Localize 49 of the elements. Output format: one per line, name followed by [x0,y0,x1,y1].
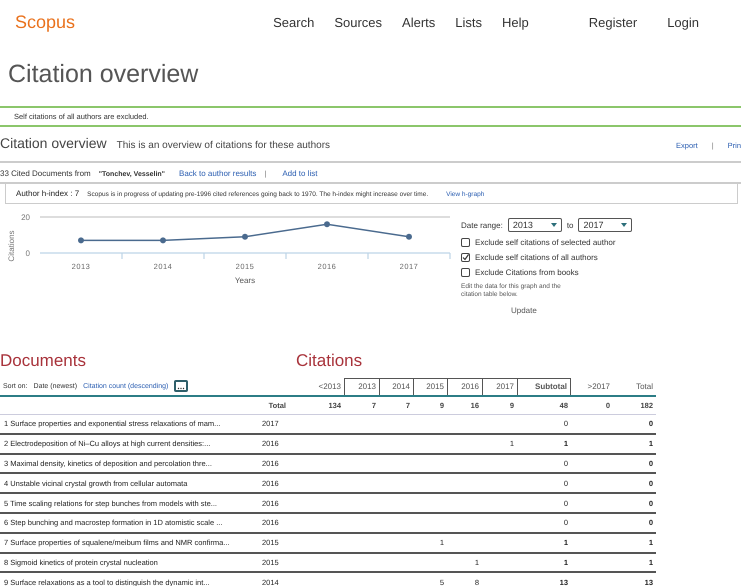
section-heading: Documents [0,351,86,371]
checkbox-label[interactable]: Exclude Citations from books [475,268,579,277]
page-title: Citation overview [7,59,200,90]
nav-link[interactable]: Sources [334,14,382,30]
nav-link[interactable]: Alerts [402,14,436,30]
nav-link[interactable]: Search [273,14,314,30]
data-point [78,237,84,244]
axis-title: Citations [7,230,16,262]
column-header[interactable]: <2013 [298,379,344,395]
tick-label: 20 [21,213,30,222]
column-header[interactable]: Total [613,379,656,395]
account-link[interactable]: Login [667,14,699,30]
checkbox[interactable] [461,268,470,277]
checkbox-label[interactable]: Exclude self citations of selected author [475,238,616,247]
add-link[interactable]: Add to list [282,169,318,178]
axis-title: Years [234,276,256,285]
column-header[interactable]: 2014 [379,378,413,395]
nav-link[interactable]: Help [502,14,529,30]
data-point [242,234,248,240]
caret-icon [550,223,557,227]
back-link[interactable]: Back to author results [179,169,256,178]
data-point [406,234,412,240]
column-header[interactable]: 2017 [482,378,517,395]
update-button[interactable]: Update [511,306,641,315]
year-select[interactable]: 2017 [578,218,632,232]
checkbox-label[interactable]: Exclude self citations of all authors [475,253,598,262]
tick-label: 0 [26,249,30,258]
data-point [324,221,330,228]
section-title: Citation overview [0,135,107,151]
date-range-label: Date range: [461,220,503,230]
to-label: to [566,220,574,230]
column-header[interactable]: 2015 [413,378,447,395]
year-select[interactable]: 2013 [508,218,562,232]
hindex-label: Author h-index : 7 [16,189,80,198]
checkbox[interactable] [461,253,470,262]
cited-count: 33 Cited Documents from [0,169,91,178]
column-header[interactable]: Subtotal [517,378,571,395]
column-header[interactable]: >2017 [571,379,613,395]
data-point [160,237,166,244]
section-heading: Citations [296,351,362,371]
nav-link[interactable]: Lists [455,14,482,30]
more-button[interactable] [174,380,188,392]
account-link[interactable]: Register [588,14,638,30]
ellipsis-icon [177,387,186,390]
column-header[interactable]: 2013 [344,378,379,395]
checkbox[interactable] [461,238,470,247]
caret-icon [621,223,628,227]
section-subtitle: This is an overview of citations for these authors [116,140,330,151]
column-header[interactable]: 2016 [447,378,482,395]
